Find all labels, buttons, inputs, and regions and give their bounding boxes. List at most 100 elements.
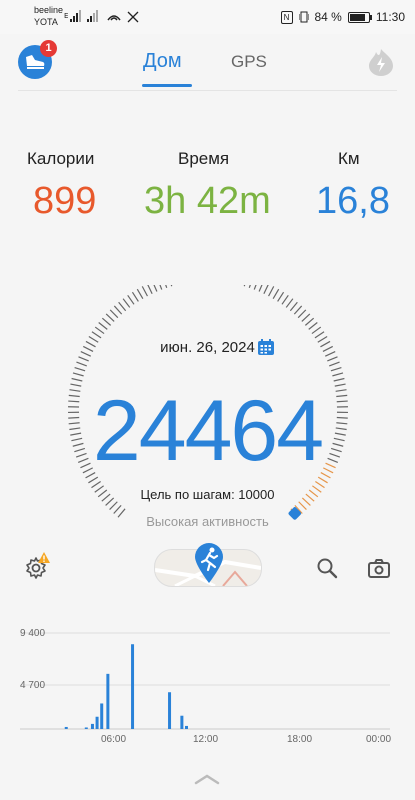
boost-icon[interactable] (367, 48, 395, 76)
date-label[interactable]: июн. 26, 2024 (0, 338, 415, 356)
search-icon[interactable] (315, 556, 339, 580)
running-person-icon[interactable] (193, 543, 225, 583)
gauge-tick (329, 361, 340, 367)
gauge-tick (131, 291, 139, 302)
tab-home[interactable]: Дом (143, 50, 182, 73)
time-label: Время (178, 149, 230, 168)
signal-icon: E (64, 10, 139, 23)
x-tick-label: 06:00 (101, 734, 127, 745)
gauge-tick (113, 504, 122, 514)
status-right: N 84 % 11:30 (280, 9, 405, 25)
gauge-tick (118, 301, 127, 312)
shoe-icon (26, 55, 45, 69)
gauge-tick (170, 285, 173, 287)
chart-bar (106, 673, 110, 729)
gauge-tick (304, 317, 315, 326)
gauge-tick (297, 309, 307, 319)
gauge-tick (277, 291, 285, 302)
gauge-tick (333, 377, 345, 382)
gauge-tick (147, 285, 153, 294)
status-bar: beeline YOTA E N 84 % 11:30 (0, 0, 415, 34)
gauge-tick (165, 285, 168, 288)
gauge-tick (105, 313, 115, 322)
y-tick-label: 4 700 (20, 680, 46, 691)
carrier-name: beeline (34, 5, 64, 15)
gauge-tick (127, 294, 135, 305)
gauge-tick (289, 301, 298, 312)
time-value: 3h 42m (144, 180, 271, 222)
battery-icon (347, 11, 372, 23)
activity-level: Высокая активность (146, 514, 269, 529)
carrier-name: YOTA (34, 17, 58, 27)
notification-badge: 1 (40, 40, 57, 57)
calendar-icon[interactable] (257, 338, 275, 356)
gauge-tick (159, 285, 163, 290)
chart-bar (95, 716, 99, 729)
gauge-tick (76, 361, 87, 367)
x-tick-label: 18:00 (287, 734, 313, 745)
chart-bar (185, 725, 188, 729)
gauge-tick (301, 313, 311, 322)
gauge-tick (98, 322, 108, 330)
camera-icon[interactable] (367, 556, 391, 580)
gauge-tick (293, 305, 303, 315)
gauge-tick (109, 309, 119, 319)
gauge-tick (122, 298, 131, 308)
chart-bar (168, 692, 172, 729)
battery-percent: 84 % (314, 10, 342, 24)
date-text: июн. 26, 2024 (160, 338, 255, 356)
gauge-tick (153, 285, 158, 292)
gauge-tick (330, 366, 342, 372)
clock: 11:30 (375, 10, 405, 24)
svg-text:E: E (64, 12, 68, 20)
gauge-tick (332, 372, 344, 377)
gauge-tick (327, 356, 338, 362)
gauge-tick (141, 286, 148, 297)
chart-bar (64, 726, 68, 729)
gauge-tick (101, 317, 112, 326)
gauge-tick (268, 286, 275, 297)
gauge-tick (308, 322, 318, 330)
gauge-tick (248, 285, 251, 288)
header-divider (18, 90, 397, 91)
hourly-steps-chart (20, 632, 390, 730)
active-tab-indicator (142, 84, 192, 87)
distance-label: Км (338, 149, 360, 168)
chart-bar (84, 727, 88, 729)
gauge-tick (78, 356, 89, 362)
gauge-tick (74, 366, 86, 372)
gauge-tick (91, 331, 102, 339)
vibrate-icon (298, 11, 309, 23)
gauge-tick (285, 298, 294, 308)
chevron-up-icon[interactable] (192, 772, 222, 786)
gauge-tick (243, 285, 246, 287)
gauge-tick (298, 501, 307, 510)
gauge-tick (311, 326, 322, 335)
gauge-tick (281, 294, 289, 305)
gauge-tick (314, 331, 325, 339)
x-tick-label: 00:00 (366, 734, 392, 745)
tab-gps[interactable]: GPS (231, 52, 267, 72)
step-goal[interactable]: Цель по шагам: 10000 (0, 487, 415, 502)
gauge-tick (263, 285, 269, 294)
chart-bar (90, 723, 94, 729)
gauge-tick (109, 501, 118, 510)
x-tick-label: 12:00 (193, 734, 219, 745)
gauge-tick (72, 372, 84, 377)
gauge-tick (258, 285, 263, 292)
gauge-tick (94, 326, 105, 335)
step-count: 24464 (92, 383, 324, 479)
chart-bar (131, 644, 135, 729)
warning-icon (38, 552, 50, 563)
chart-bar (100, 703, 104, 729)
gauge-tick (272, 288, 280, 299)
nfc-icon: N (280, 10, 293, 24)
chart-bar (180, 715, 184, 729)
calories-value: 899 (33, 180, 97, 222)
calories-label: Калории (27, 149, 95, 168)
top-navigation: 1 Дом GPS (0, 34, 415, 90)
distance-value: 16,8 (316, 180, 390, 222)
y-tick-label: 9 400 (20, 628, 46, 639)
gauge-tick (71, 377, 83, 382)
gauge-tick (253, 285, 257, 290)
